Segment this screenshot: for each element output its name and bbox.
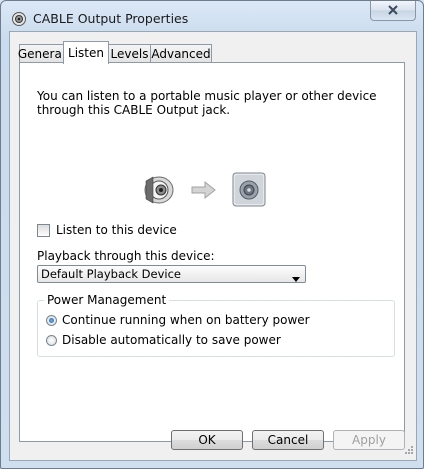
power-option-disable[interactable]: Disable automatically to save power — [46, 333, 281, 347]
listen-checkbox-row[interactable]: Listen to this device — [37, 223, 177, 237]
tab-label: Advanced — [151, 46, 211, 61]
ok-label: OK — [198, 433, 216, 447]
listen-checkbox-label: Listen to this device — [56, 223, 177, 237]
dialog-client: General Listen Levels Advanced You can l… — [9, 31, 417, 461]
playback-device-value: Default Playback Device — [41, 267, 181, 281]
radio-continue[interactable] — [46, 314, 57, 326]
arrow-right-icon — [191, 180, 216, 200]
tab-label: Levels — [110, 46, 149, 61]
speaker-device-icon — [232, 172, 266, 207]
tab-listen[interactable]: Listen — [63, 41, 109, 64]
tab-levels[interactable]: Levels — [108, 44, 151, 62]
input-jack-icon — [144, 176, 174, 204]
window-title: CABLE Output Properties — [33, 11, 189, 26]
close-button[interactable] — [370, 1, 416, 21]
resize-grip-icon[interactable] — [404, 444, 414, 458]
close-icon — [387, 4, 399, 18]
tab-advanced[interactable]: Advanced — [150, 44, 212, 62]
power-management-group: Power Management Continue running when o… — [37, 293, 395, 357]
listen-description: You can listen to a portable music playe… — [37, 89, 377, 117]
ok-button[interactable]: OK — [171, 430, 243, 450]
radio-disable[interactable] — [46, 334, 57, 346]
apply-label: Apply — [352, 433, 386, 447]
power-group-label: Power Management — [44, 293, 170, 307]
chevron-down-icon — [292, 271, 300, 285]
speaker-icon — [11, 11, 27, 27]
power-option-continue[interactable]: Continue running when on battery power — [46, 313, 310, 327]
playback-label: Playback through this device: — [37, 249, 215, 263]
playback-device-dropdown[interactable]: Default Playback Device — [37, 265, 306, 283]
radio-label: Disable automatically to save power — [62, 333, 281, 347]
tab-label: Listen — [68, 46, 104, 60]
listen-checkbox[interactable] — [37, 223, 50, 237]
tab-label: General — [17, 46, 66, 61]
tab-general[interactable]: General — [17, 44, 66, 62]
cancel-label: Cancel — [267, 433, 309, 447]
device-graphic — [143, 171, 269, 210]
radio-label: Continue running when on battery power — [62, 313, 310, 327]
cancel-button[interactable]: Cancel — [252, 430, 324, 450]
properties-window: CABLE Output Properties General Listen L… — [0, 0, 424, 469]
listen-tab-panel: You can listen to a portable music playe… — [19, 62, 405, 442]
apply-button[interactable]: Apply — [333, 430, 405, 450]
title-bar[interactable]: CABLE Output Properties — [1, 1, 423, 35]
